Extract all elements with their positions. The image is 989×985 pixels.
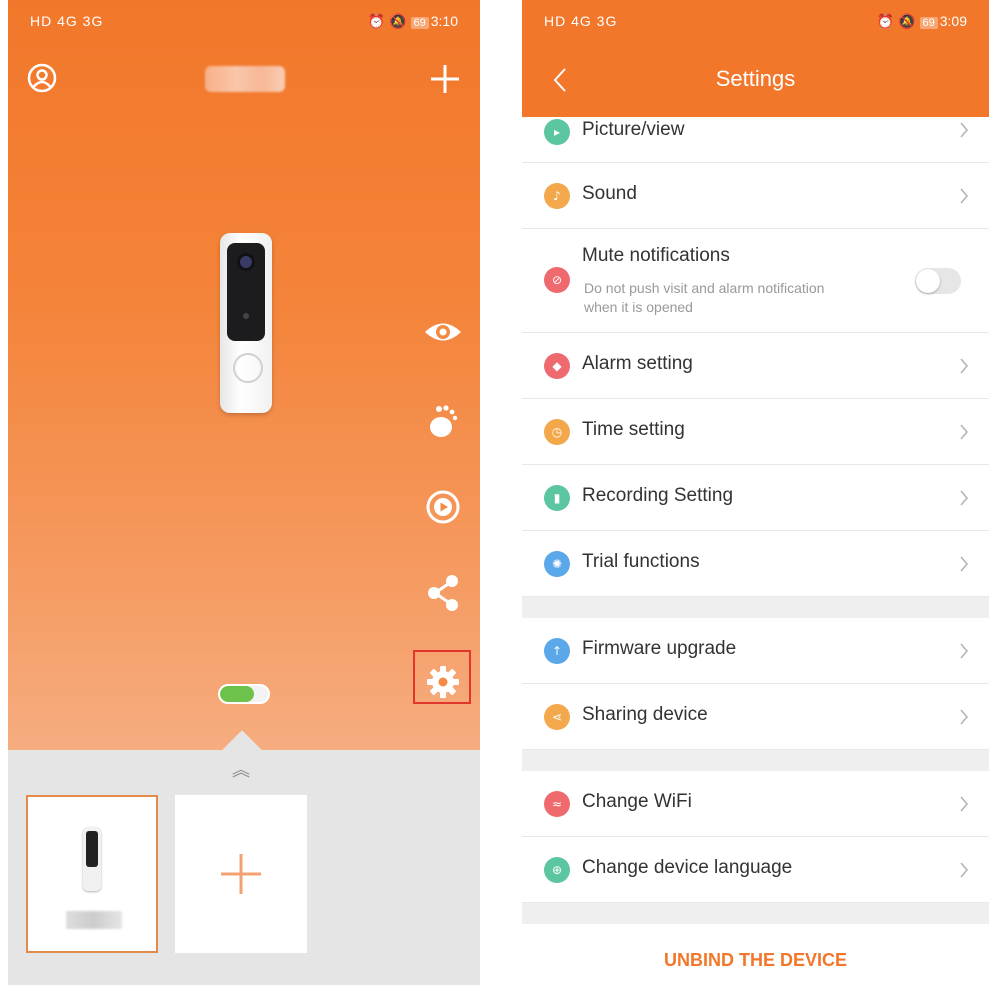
settings-row-recording-setting[interactable]: ▮ Recording Setting <box>522 465 989 531</box>
status-bar: HD 4G 3G ⏰ 🔕 69 3:10 <box>8 0 480 44</box>
settings-row-label: Time setting <box>582 419 685 440</box>
battery-level: 69 <box>919 17 938 29</box>
upgrade-icon: ↑ <box>544 638 570 664</box>
footprint-button[interactable] <box>421 398 465 442</box>
chevron-right-icon <box>960 188 969 204</box>
playback-button[interactable] <box>421 485 465 529</box>
device-thumbnail[interactable] <box>26 795 158 953</box>
settings-row-label: Mute notifications <box>582 245 730 266</box>
settings-row-alarm-setting[interactable]: ◆ Alarm setting <box>522 333 989 399</box>
wifi-icon: ≈ <box>544 791 570 817</box>
bulb-icon: ✺ <box>544 551 570 577</box>
battery-fill <box>220 686 254 702</box>
settings-row-time-setting[interactable]: ◷ Time setting <box>522 399 989 465</box>
mute-icon: ⊘ <box>544 267 570 293</box>
chevron-right-icon <box>960 862 969 878</box>
user-profile-icon[interactable] <box>26 62 58 94</box>
doorbell-button <box>233 353 263 383</box>
camera-lens <box>237 253 255 271</box>
chevron-right-icon <box>960 358 969 374</box>
share-icon <box>428 575 458 611</box>
share-icon: ⋖ <box>544 704 570 730</box>
page-title: Settings <box>715 66 796 91</box>
settings-row-description: Do not push visit and alarm notification… <box>584 279 884 317</box>
settings-row-label: Picture/view <box>582 119 685 140</box>
status-network: HD 4G 3G <box>544 13 618 29</box>
device-name-blurred <box>66 911 122 929</box>
playback-icon <box>426 490 460 524</box>
doorbell-thumbnail-image <box>83 827 101 891</box>
settings-row-label: Trial functions <box>582 551 700 572</box>
plus-icon <box>221 854 261 894</box>
settings-row-label: Sharing device <box>582 704 708 725</box>
device-battery-indicator <box>218 684 270 704</box>
settings-screen: HD 4G 3G ⏰ 🔕 69 3:09 Settings ▸ Picture/vi… <box>522 0 989 985</box>
gear-icon <box>427 666 459 698</box>
settings-button[interactable] <box>421 660 465 704</box>
status-network: HD 4G 3G <box>30 13 104 29</box>
description-line: when it is opened <box>584 299 693 315</box>
add-device-icon[interactable] <box>428 62 462 96</box>
settings-row-change-device-language[interactable]: ⊕ Change device language <box>522 837 989 903</box>
description-line: Do not push visit and alarm notification <box>584 280 825 296</box>
settings-row-label: Recording Setting <box>582 485 734 506</box>
settings-row-label: Change device language <box>582 857 793 878</box>
eye-icon <box>425 323 461 341</box>
share-button[interactable] <box>421 571 465 615</box>
chevron-right-icon <box>960 796 969 812</box>
status-time: 3:09 <box>939 13 967 29</box>
device-home-screen: HD 4G 3G ⏰ 🔕 69 3:10 ︽ <box>8 0 480 985</box>
footprint-icon <box>430 405 458 437</box>
device-name-blurred <box>205 66 285 92</box>
settings-row-label: Change WiFi <box>582 791 692 812</box>
battery-level: 69 <box>410 17 429 29</box>
settings-row-trial-functions[interactable]: ✺ Trial functions <box>522 531 989 597</box>
chevron-right-icon <box>960 643 969 659</box>
picture-icon: ▸ <box>544 119 570 145</box>
settings-header: HD 4G 3G ⏰ 🔕 69 3:09 Settings <box>522 0 989 117</box>
status-right: ⏰ 🔕 69 3:09 <box>876 13 967 29</box>
status-bar: HD 4G 3G ⏰ 🔕 69 3:09 <box>522 0 989 44</box>
settings-row-label: Firmware upgrade <box>582 638 737 659</box>
doorbell-device-image[interactable] <box>220 233 272 413</box>
settings-row-picture-view[interactable]: ▸ Picture/view <box>522 117 989 163</box>
settings-row-label: Alarm setting <box>582 353 693 374</box>
clock-icon: ◷ <box>544 419 570 445</box>
section-divider <box>522 903 989 924</box>
live-view-button[interactable] <box>421 310 465 354</box>
settings-list: ▸ Picture/view ♪ Sound ⊘ Mute notifications Do… <box>522 117 989 924</box>
section-divider <box>522 597 989 618</box>
globe-icon: ⊕ <box>544 857 570 883</box>
chevron-up-icon[interactable]: ︽ <box>232 756 250 782</box>
chevron-right-icon <box>960 424 969 440</box>
settings-row-firmware-upgrade[interactable]: ↑ Firmware upgrade <box>522 618 989 684</box>
sound-icon: ♪ <box>544 183 570 209</box>
section-divider <box>522 750 989 771</box>
status-time: 3:10 <box>430 13 458 29</box>
chevron-right-icon <box>960 709 969 725</box>
settings-row-change-wifi[interactable]: ≈ Change WiFi <box>522 771 989 837</box>
chevron-right-icon <box>960 122 969 138</box>
recording-icon: ▮ <box>544 485 570 511</box>
settings-row-sound[interactable]: ♪ Sound <box>522 163 989 229</box>
unbind-device-button[interactable]: UNBIND THE DEVICE <box>522 950 989 971</box>
settings-row-label: Sound <box>582 183 637 204</box>
alarm-icon: ◆ <box>544 353 570 379</box>
chevron-right-icon <box>960 490 969 506</box>
toggle-knob <box>916 269 940 293</box>
settings-row-sharing-device[interactable]: ⋖ Sharing device <box>522 684 989 750</box>
status-right: ⏰ 🔕 69 3:10 <box>367 13 458 29</box>
add-device-card[interactable] <box>175 795 307 953</box>
chevron-right-icon <box>960 556 969 572</box>
settings-row-mute-notifications[interactable]: ⊘ Mute notifications Do not push visit and… <box>522 229 989 333</box>
mute-notifications-toggle[interactable] <box>915 268 961 294</box>
